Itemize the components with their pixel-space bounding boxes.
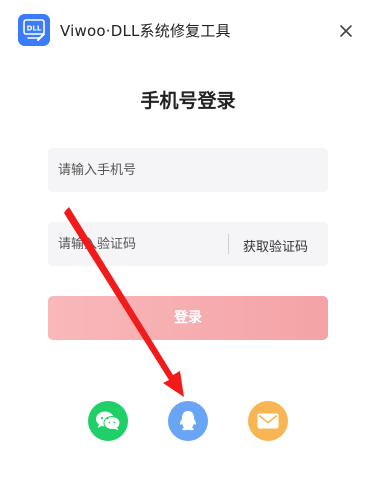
svg-text:DLL: DLL [27, 25, 42, 33]
login-heading: 手机号登录 [140, 90, 236, 112]
phone-field [48, 148, 328, 192]
verification-code-input[interactable] [48, 222, 226, 266]
login-button[interactable]: 登录 [48, 296, 328, 340]
close-icon [340, 25, 352, 37]
qq-login-button[interactable] [168, 401, 208, 441]
title-bar: DLL Viwoo·DLL系统修复工具 [0, 0, 376, 62]
qq-icon [179, 411, 197, 431]
verification-code-field: 获取验证码 [48, 222, 328, 266]
field-divider [228, 234, 229, 254]
mail-icon [257, 413, 279, 429]
app-title: Viwoo·DLL系统修复工具 [60, 22, 231, 40]
phone-input[interactable] [48, 148, 328, 192]
close-button[interactable] [334, 19, 358, 43]
app-logo: DLL [18, 14, 50, 46]
get-code-button[interactable]: 获取验证码 [243, 236, 308, 255]
wechat-login-button[interactable] [88, 401, 128, 441]
dll-logo-icon: DLL [18, 14, 50, 46]
wechat-icon [96, 411, 121, 431]
email-login-button[interactable] [248, 401, 288, 441]
